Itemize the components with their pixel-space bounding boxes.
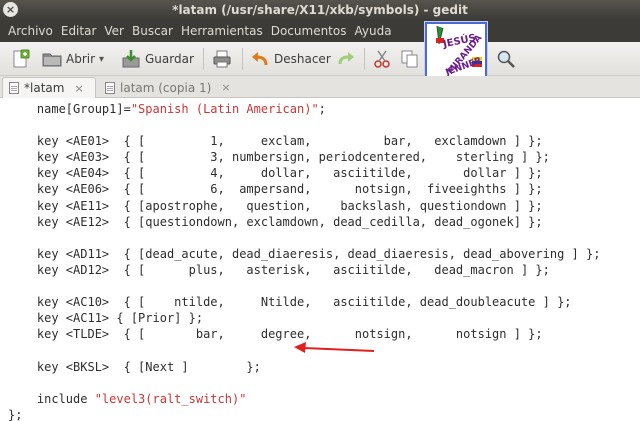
code-text: key <AD11> { [dead_acute, dead_diaeresis… <box>8 246 601 261</box>
menu-ver[interactable]: Ver <box>100 24 128 38</box>
document-icon <box>105 81 115 94</box>
code-text: key <AE04> { [ 4, dollar, asciitilde, do… <box>8 166 543 181</box>
code-line: key <AE01> { [ 1, exclam, bar, exclamdow… <box>8 134 543 148</box>
menu-herramientas[interactable]: Herramientas <box>177 24 267 38</box>
toolbar-separator <box>203 48 204 70</box>
tab-label: *latam <box>24 81 65 95</box>
copy-icon <box>400 49 420 69</box>
code-text: key <AC11> { [Prior] }; <box>8 311 204 326</box>
new-document-button[interactable] <box>10 48 34 70</box>
copy-button[interactable] <box>400 48 424 70</box>
undo-label: Deshacer <box>274 52 331 66</box>
code-text: key <BKSL> { [Next ] }; <box>8 359 261 374</box>
code-line: key <AD11> { [dead_acute, dead_diaeresis… <box>8 246 601 261</box>
code-text: }; <box>8 407 23 421</box>
toolbar: Abrir ▾ Guardar Deshacer <box>0 42 640 76</box>
tab-close-icon[interactable]: × <box>74 82 83 95</box>
open-button[interactable]: Abrir ▾ <box>42 48 104 70</box>
save-label: Guardar <box>145 52 194 66</box>
new-document-icon <box>10 49 30 69</box>
code-text: key <AE03> { [ 3, numbersign, periodcent… <box>8 150 550 165</box>
code-line: }; <box>8 408 22 421</box>
undo-button[interactable]: Deshacer <box>250 48 331 70</box>
code-string: "level3(ralt_switch)" <box>94 391 247 406</box>
tab-latam-copia[interactable]: latam (copia 1) × <box>99 77 239 98</box>
code-text: key <TLDE> { [ bar, degree, notsign, not… <box>8 327 543 342</box>
redo-button[interactable] <box>336 48 360 70</box>
tab-close-icon[interactable]: × <box>221 81 230 94</box>
watermark-logo: JESÚS MIRANDA JENNER <box>425 22 487 82</box>
menu-buscar[interactable]: Buscar <box>128 24 177 38</box>
open-dropdown-arrow-icon[interactable]: ▾ <box>99 54 104 65</box>
folder-icon <box>42 49 62 69</box>
menu-documentos[interactable]: Documentos <box>267 24 351 38</box>
code-text: key <AE11> { [apostrophe, question, back… <box>8 198 543 213</box>
code-text: key <AC10> { [ ntilde, Ntilde, asciitild… <box>8 295 572 310</box>
code-line: key <AE11> { [apostrophe, question, back… <box>8 199 543 213</box>
code-text: key <AE01> { [ 1, exclam, bar, exclamdow… <box>8 134 543 149</box>
toolbar-separator <box>364 48 365 70</box>
print-button[interactable] <box>212 48 236 70</box>
menu-archivo[interactable]: Archivo <box>4 24 57 38</box>
search-icon <box>496 49 516 69</box>
code-line: key <AE12> { [questiondown, exclamdown, … <box>8 215 543 229</box>
code-string: "Spanish (Latin American)" <box>130 102 319 116</box>
code-text: key <AD12> { [ plus, asterisk, asciitild… <box>8 262 550 277</box>
code-line: key <AE04> { [ 4, dollar, asciitilde, do… <box>8 166 543 180</box>
code-line: key <AC10> { [ ntilde, Ntilde, asciitild… <box>8 295 572 309</box>
tab-label: latam (copia 1) <box>120 80 212 95</box>
printer-icon <box>212 49 232 69</box>
code-line: key <AE06> { [ 6, ampersand, notsign, fi… <box>8 182 543 196</box>
open-label: Abrir <box>66 52 96 66</box>
window-title: *latam (/usr/share/X11/xkb/symbols) - ge… <box>172 3 468 17</box>
code-tail: ; <box>318 102 326 116</box>
code-line: name[Group1]="Spanish (Latin American)"; <box>8 102 326 116</box>
menu-editar[interactable]: Editar <box>57 24 101 38</box>
menu-ayuda[interactable]: Ayuda <box>350 24 395 38</box>
scissors-icon <box>372 49 392 69</box>
redo-icon <box>336 49 356 69</box>
undo-icon <box>250 49 270 69</box>
code-text: key <AE12> { [questiondown, exclamdown, … <box>8 214 543 229</box>
title-bar: × *latam (/usr/share/X11/xkb/symbols) - … <box>0 0 640 20</box>
code-text: name[Group1]= <box>8 102 131 116</box>
document-icon <box>9 82 19 94</box>
annotation-arrow-icon <box>294 342 375 353</box>
code-line: key <TLDE> { [ bar, degree, notsign, not… <box>8 327 543 341</box>
tab-bar: *latam × latam (copia 1) × <box>0 76 640 98</box>
save-button[interactable]: Guardar <box>121 48 194 70</box>
code-content[interactable]: name[Group1]="Spanish (Latin American)";… <box>8 101 600 421</box>
code-line: include "level3(ralt_switch)" <box>8 391 247 406</box>
code-line: key <AC11> { [Prior] }; <box>8 311 203 325</box>
toolbar-separator <box>242 48 243 70</box>
code-line: key <BKSL> { [Next ] }; <box>8 360 261 374</box>
code-line: key <AD12> { [ plus, asterisk, asciitild… <box>8 263 550 277</box>
code-line: key <AE03> { [ 3, numbersign, periodcent… <box>8 150 550 164</box>
cut-button[interactable] <box>372 48 396 70</box>
code-text: include <box>8 391 95 406</box>
text-editor[interactable]: name[Group1]="Spanish (Latin American)";… <box>0 98 640 421</box>
menu-bar: Archivo Editar Ver Buscar Herramientas D… <box>0 20 640 42</box>
tab-latam[interactable]: *latam × <box>2 77 96 98</box>
search-button[interactable] <box>496 48 520 70</box>
save-icon <box>121 49 141 69</box>
code-text: key <AE06> { [ 6, ampersand, notsign, fi… <box>8 182 543 197</box>
